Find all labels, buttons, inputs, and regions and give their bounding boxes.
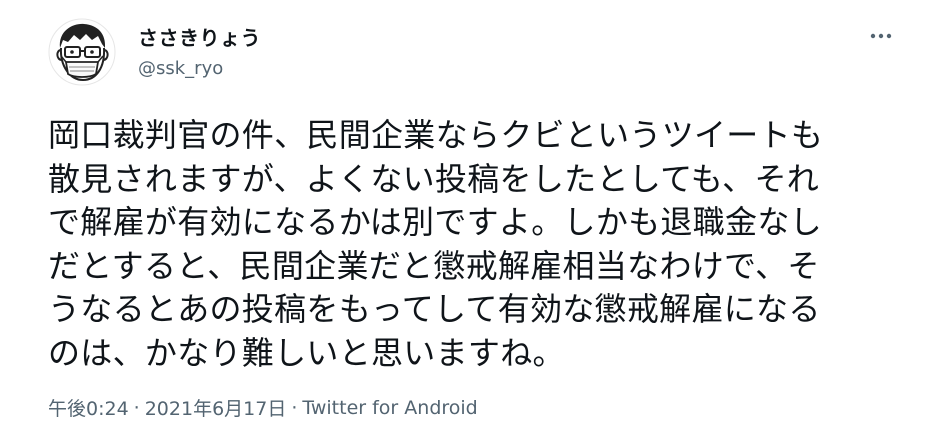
tweet-text: 岡口裁判官の件、民間企業ならクビというツイートも 散見されますが、よくない投稿を… xyxy=(48,116,824,372)
avatar[interactable] xyxy=(48,18,116,86)
tweet-timestamp-time[interactable]: 午後0:24 xyxy=(48,394,129,421)
more-options-button[interactable] xyxy=(866,24,896,48)
tweet-card: ささきりょう @ssk_ryo 岡口裁判官の件、民間企業ならクビというツイートも… xyxy=(0,0,928,444)
user-handle[interactable]: @ssk_ryo xyxy=(138,58,223,79)
more-horizontal-icon xyxy=(870,33,892,39)
meta-separator: · xyxy=(133,396,140,419)
tweet-metadata: 午後0:24 · 2021年6月17日 · Twitter for Androi… xyxy=(48,394,478,421)
display-name[interactable]: ささきりょう xyxy=(138,22,261,51)
tweet-source[interactable]: Twitter for Android xyxy=(302,397,477,419)
tweet-timestamp-date[interactable]: 2021年6月17日 xyxy=(145,394,287,421)
cartoon-face-icon xyxy=(48,18,116,86)
meta-separator: · xyxy=(291,396,298,419)
